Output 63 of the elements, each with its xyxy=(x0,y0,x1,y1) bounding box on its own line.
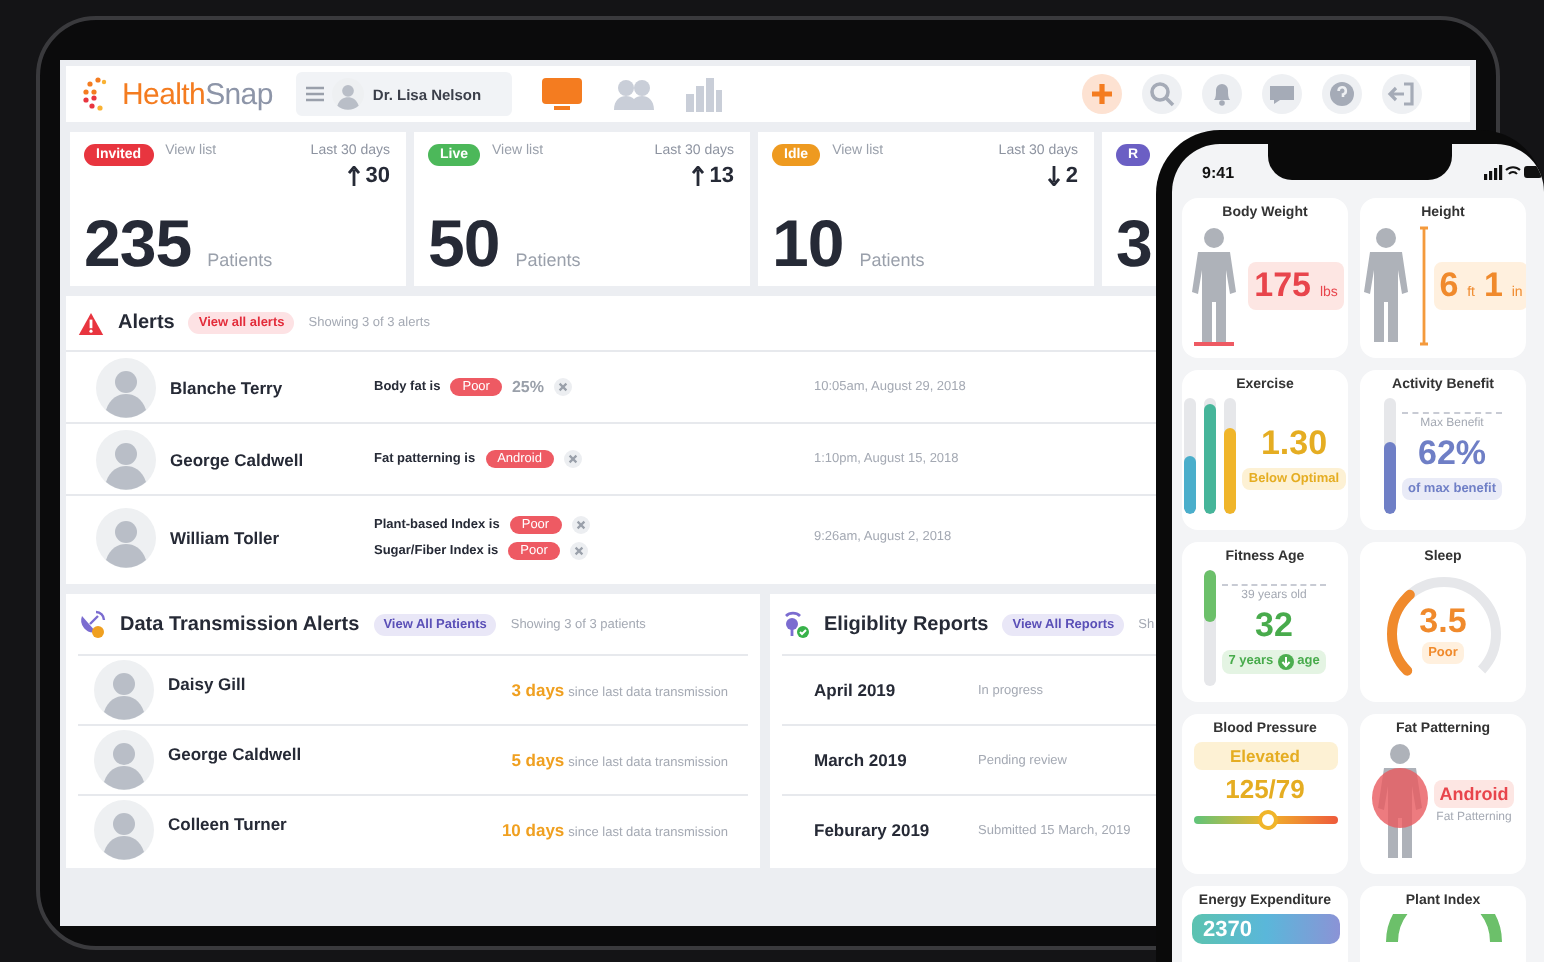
avatar-icon xyxy=(94,660,154,720)
plus-icon[interactable] xyxy=(1082,74,1122,114)
avatar-icon xyxy=(96,507,156,567)
bar-chart-icon[interactable] xyxy=(684,76,725,112)
report-month: March 2019 xyxy=(814,750,909,770)
patient-name: William Toller xyxy=(170,527,282,547)
fitness-age-value: 32 xyxy=(1255,605,1293,645)
help-icon[interactable] xyxy=(1322,74,1362,114)
days-count: 5 days xyxy=(511,750,565,770)
exit-icon[interactable] xyxy=(1382,74,1422,114)
report-month: April 2019 xyxy=(814,680,898,700)
signal-check-icon xyxy=(782,610,810,638)
report-month: Feburary 2019 xyxy=(814,820,932,840)
arrow-down-circle-icon xyxy=(1277,653,1294,669)
pressure-status: Elevated xyxy=(1193,742,1337,770)
avatar-icon xyxy=(96,429,156,489)
height-ruler-icon xyxy=(1419,226,1428,346)
fat-pattern-value: Android xyxy=(1433,780,1515,808)
patient-name: George Caldwell xyxy=(168,744,304,764)
unit-label: Patients xyxy=(207,250,273,270)
patient-name: Blanche Terry xyxy=(170,377,285,397)
change-count: 13 xyxy=(709,164,734,188)
patient-count: 235 xyxy=(84,210,192,276)
chat-icon[interactable] xyxy=(1262,74,1302,114)
warning-icon xyxy=(78,311,104,335)
unit-label: Patients xyxy=(515,250,581,270)
patient-count: 3 xyxy=(1116,210,1152,276)
pressure-value: 125/79 xyxy=(1225,774,1305,804)
change-count: 30 xyxy=(365,164,390,188)
close-icon[interactable] xyxy=(571,515,590,533)
patient-count: 10 xyxy=(772,210,844,276)
sleep-value: 3.5 xyxy=(1419,602,1467,642)
patient-name: Colleen Turner xyxy=(168,814,289,834)
patient-name: Daisy Gill xyxy=(168,674,248,694)
days-count: 10 days xyxy=(501,820,565,840)
exercise-value: 1.30 xyxy=(1260,423,1328,463)
days-count: 3 days xyxy=(511,680,565,700)
close-icon[interactable] xyxy=(563,450,582,468)
panel-title: Eligiblity Reports xyxy=(824,613,989,635)
logo-text: HealthSnap xyxy=(122,77,273,111)
panel-title: Data Transmission Alerts xyxy=(120,613,360,635)
change-count: 2 xyxy=(1065,164,1078,188)
energy-value: 2370 xyxy=(1203,917,1252,941)
avatar-icon xyxy=(96,357,156,417)
body-figure-icon xyxy=(1360,226,1414,346)
patient-name: George Caldwell xyxy=(170,449,306,469)
unit-label: Patients xyxy=(859,250,925,270)
bell-icon[interactable] xyxy=(1202,74,1242,114)
menu-icon[interactable] xyxy=(306,86,325,102)
panel-title: Alerts xyxy=(118,312,175,334)
patient-count: 50 xyxy=(428,210,500,276)
monitor-icon[interactable] xyxy=(540,76,585,112)
search-icon[interactable] xyxy=(1142,74,1182,114)
satellite-warning-icon xyxy=(78,610,106,638)
apple-body-figure-icon xyxy=(1371,742,1428,862)
status-time: 9:41 xyxy=(1202,163,1235,181)
close-icon[interactable] xyxy=(553,378,572,396)
people-icon[interactable] xyxy=(612,76,657,112)
benefit-value: 62% xyxy=(1417,434,1487,474)
avatar-icon xyxy=(94,730,154,790)
avatar-icon xyxy=(94,800,154,860)
close-icon[interactable] xyxy=(569,541,588,559)
finding-value: 25% xyxy=(511,378,544,396)
